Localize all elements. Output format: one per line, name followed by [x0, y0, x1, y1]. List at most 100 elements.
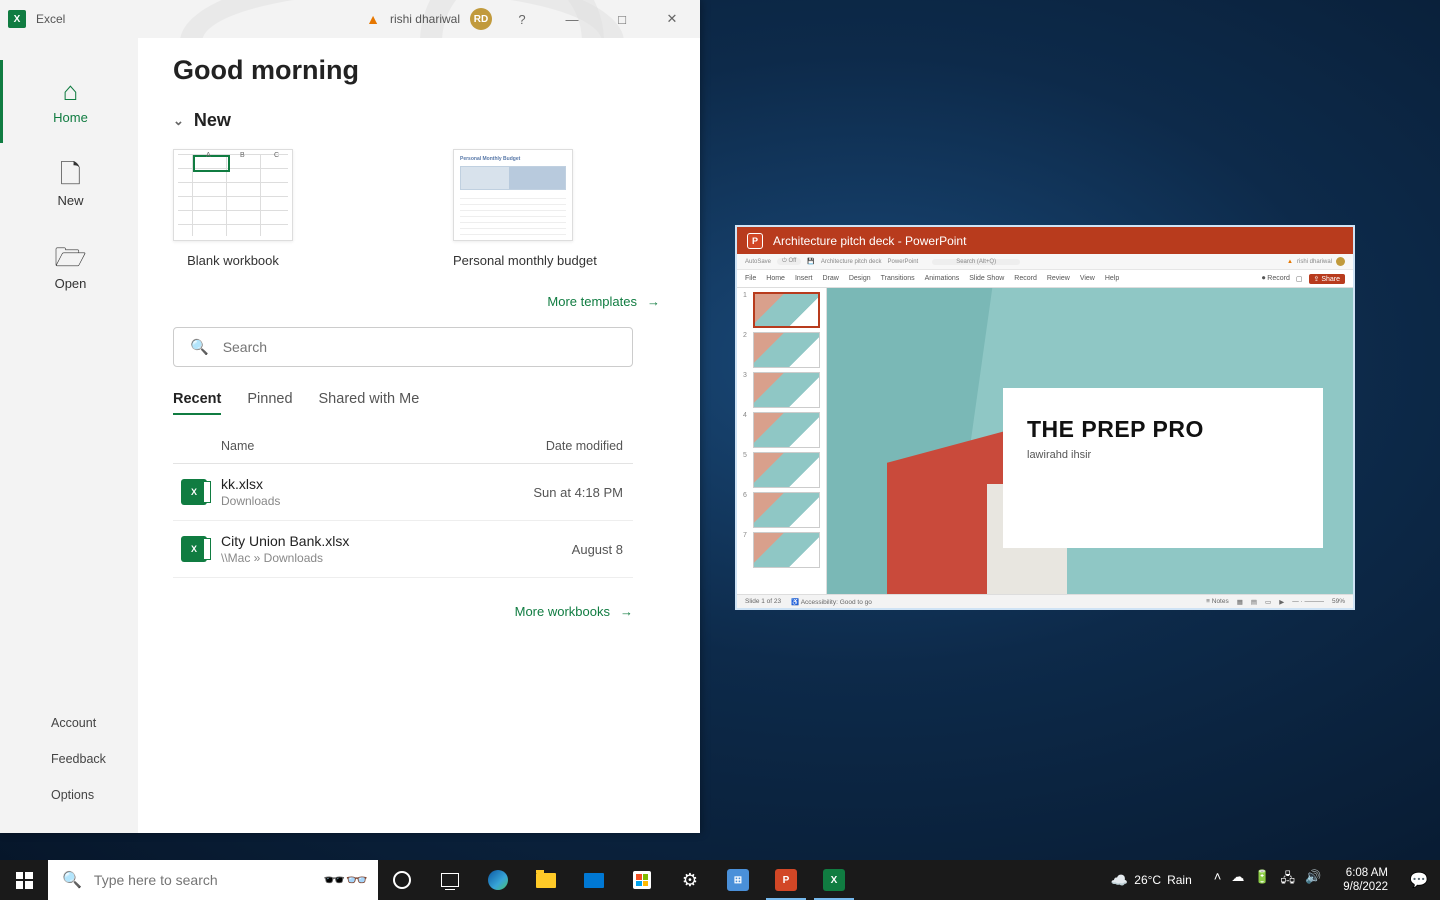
slide-canvas[interactable]: THE PREP PRO lawirahd ihsir [827, 288, 1353, 594]
file-date: Sun at 4:18 PM [533, 485, 623, 500]
slide-thumb[interactable] [753, 332, 820, 368]
accessibility-status[interactable]: ♿ Accessibility: Good to go [791, 598, 872, 606]
maximize-button[interactable]: □ [602, 12, 642, 27]
slide-thumb[interactable] [753, 492, 820, 528]
save-icon[interactable]: 💾 [807, 258, 814, 265]
view-reading-icon[interactable]: ▭ [1265, 598, 1271, 606]
slide-thumb[interactable] [753, 532, 820, 568]
ribbon-tab[interactable]: Transitions [881, 275, 915, 282]
taskbar-search[interactable]: 🔍 🕶️👓 [48, 860, 378, 900]
tab-shared[interactable]: Shared with Me [319, 391, 420, 415]
tray-battery-icon[interactable]: 🔋 [1254, 869, 1270, 891]
ribbon-tab[interactable]: Record [1014, 275, 1037, 282]
ms-store-icon[interactable] [618, 860, 666, 900]
excel-taskbar-icon[interactable]: X [810, 860, 858, 900]
cortana-button[interactable] [378, 860, 426, 900]
warning-icon[interactable]: ▲ [366, 11, 380, 27]
slide-title: THE PREP PRO [1027, 416, 1299, 443]
close-button[interactable]: ✕ [652, 11, 692, 27]
tray-onedrive-icon[interactable]: ☁ [1231, 869, 1244, 891]
task-view-button[interactable] [426, 860, 474, 900]
share-button[interactable]: ⇪ Share [1309, 274, 1346, 284]
tab-recent[interactable]: Recent [173, 391, 221, 415]
file-explorer-icon[interactable] [522, 860, 570, 900]
nav-options[interactable]: Options [51, 777, 138, 813]
minimize-button[interactable]: — [552, 12, 592, 27]
ribbon-tab[interactable]: Help [1105, 275, 1119, 282]
present-button[interactable]: ▢ [1296, 275, 1303, 283]
excel-file-icon: X [181, 479, 207, 505]
record-button[interactable]: ⏺ Record [1262, 275, 1290, 283]
action-center-icon[interactable]: 💬 [1402, 871, 1436, 889]
ribbon-tab[interactable]: Draw [822, 275, 838, 282]
ribbon-tab[interactable]: Home [766, 275, 785, 282]
tab-pinned[interactable]: Pinned [247, 391, 292, 415]
user-avatar[interactable]: RD [470, 8, 492, 30]
ppt-ribbon: File Home Insert Draw Design Transitions… [737, 270, 1353, 288]
more-workbooks-link[interactable]: More workbooks → [173, 604, 633, 619]
powerpoint-taskbar-icon[interactable]: P [762, 860, 810, 900]
ribbon-tab[interactable]: Design [849, 275, 871, 282]
slide-counter: Slide 1 of 23 [745, 598, 781, 605]
ribbon-tab[interactable]: Animations [925, 275, 960, 282]
file-row[interactable]: X kk.xlsx Downloads Sun at 4:18 PM [173, 464, 633, 521]
powerpoint-preview-window[interactable]: P Architecture pitch deck - PowerPoint A… [735, 225, 1355, 610]
mail-app-icon[interactable] [570, 860, 618, 900]
greeting-heading: Good morning [173, 55, 660, 86]
home-icon: ⌂ [63, 78, 79, 104]
tray-chevron-icon[interactable]: ˄ [1214, 869, 1222, 891]
slide-thumbnails[interactable]: 1 2 3 4 5 6 7 [737, 288, 827, 594]
ribbon-tab[interactable]: File [745, 275, 756, 282]
view-slideshow-icon[interactable]: ▶ [1279, 598, 1284, 606]
template-monthly-budget[interactable]: Personal Monthly Budget Personal monthly… [453, 149, 597, 268]
taskbar-pinned-apps: ⚙ ⊞ P X [378, 860, 858, 900]
slide-thumb[interactable] [753, 292, 820, 328]
warning-icon: ▲ [1287, 259, 1293, 265]
nav-feedback[interactable]: Feedback [51, 741, 138, 777]
slide-thumb[interactable] [753, 412, 820, 448]
ribbon-tab[interactable]: Review [1047, 275, 1070, 282]
new-section-label: New [194, 110, 231, 131]
nav-account[interactable]: Account [51, 705, 138, 741]
taskbar-clock[interactable]: 6:08 AM 9/8/2022 [1335, 866, 1396, 895]
file-name: kk.xlsx [221, 476, 533, 492]
tray-network-icon[interactable]: 🖧 [1281, 869, 1296, 891]
ppt-autosave-label: AutoSave [745, 259, 771, 265]
ribbon-tab[interactable]: Slide Show [969, 275, 1004, 282]
ppt-body: 1 2 3 4 5 6 7 THE PREP PRO lawirahd ihsi… [737, 288, 1353, 594]
slide-thumb[interactable] [753, 452, 820, 488]
powerpoint-logo-icon: P [747, 233, 763, 249]
view-normal-icon[interactable]: ▦ [1237, 598, 1243, 606]
weather-temp: 26°C [1134, 873, 1161, 887]
ppt-statusbar: Slide 1 of 23 ♿ Accessibility: Good to g… [737, 594, 1353, 608]
edge-app-icon[interactable] [474, 860, 522, 900]
slide-thumb[interactable] [753, 372, 820, 408]
ppt-search[interactable]: Search (Alt+Q) [932, 259, 1020, 265]
ribbon-tab[interactable]: Insert [795, 275, 813, 282]
ribbon-tab[interactable]: View [1080, 275, 1095, 282]
search-box[interactable]: 🔍 [173, 327, 633, 367]
search-highlight-icon[interactable]: 🕶️👓 [323, 870, 368, 891]
ppt-avatar[interactable] [1336, 257, 1345, 266]
autosave-toggle[interactable]: ⏻ Off [777, 258, 801, 265]
template-blank-workbook[interactable]: A B C Blank workbook [173, 149, 293, 268]
tray-volume-icon[interactable]: 🔊 [1305, 869, 1321, 891]
zoom-slider[interactable]: — · ——— [1292, 598, 1324, 605]
file-row[interactable]: X City Union Bank.xlsx \\Mac » Downloads… [173, 521, 633, 578]
search-icon: 🔍 [190, 338, 209, 356]
zoom-level[interactable]: 59% [1332, 598, 1345, 605]
titlebar-username[interactable]: rishi dhariwal [390, 12, 460, 26]
misc-app-icon[interactable]: ⊞ [714, 860, 762, 900]
nav-home[interactable]: ⌂ Home [0, 60, 138, 143]
nav-new[interactable]: 🗋 New [0, 143, 138, 226]
search-input[interactable] [223, 339, 616, 355]
more-templates-link[interactable]: More templates → [173, 294, 660, 309]
view-sorter-icon[interactable]: ▤ [1251, 598, 1257, 606]
help-button[interactable]: ? [502, 12, 542, 27]
start-button[interactable] [0, 860, 48, 900]
new-section-header[interactable]: ⌄ New [173, 110, 660, 131]
settings-icon[interactable]: ⚙ [666, 860, 714, 900]
weather-widget[interactable]: ☁️ 26°C Rain [1103, 872, 1200, 889]
nav-open[interactable]: 🗁 Open [0, 226, 138, 309]
notes-button[interactable]: ≡ Notes [1206, 598, 1229, 605]
